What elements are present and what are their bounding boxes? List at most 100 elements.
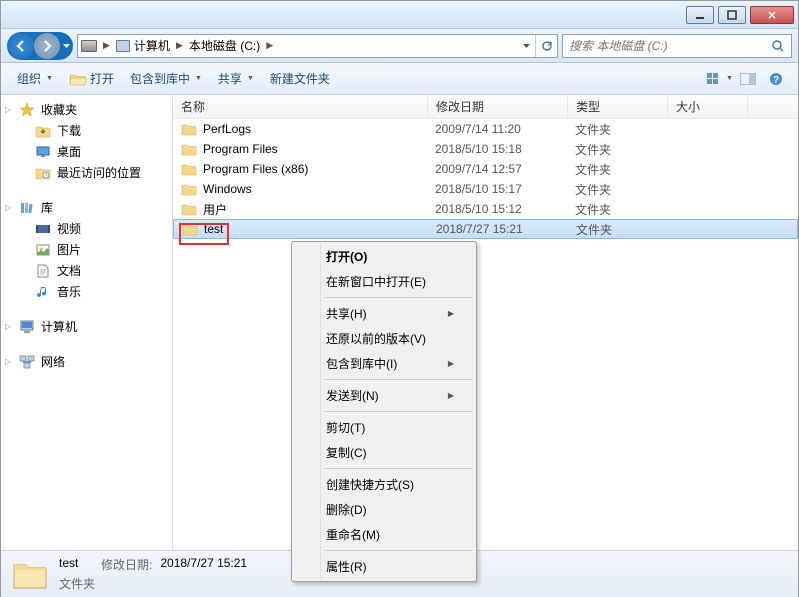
file-type: 文件夹 [576,221,676,238]
sidebar-music[interactable]: 音乐 [1,281,172,302]
svg-text:?: ? [773,75,779,86]
minimize-button[interactable] [686,6,714,24]
file-type: 文件夹 [575,121,675,138]
address-bar: ▶ 计算机 ▶ 本地磁盘 (C:) ▶ [1,29,798,63]
search-icon [771,39,785,53]
folder-open-icon [69,72,87,86]
ctx-delete[interactable]: 删除(D) [294,497,474,522]
column-headers: 名称 修改日期 类型 大小 [173,95,798,119]
submenu-arrow-icon: ▶ [448,309,454,318]
sidebar-downloads[interactable]: 下载 [1,120,172,141]
sidebar-libraries[interactable]: ▷库 [1,197,172,218]
sidebar-documents[interactable]: 文档 [1,260,172,281]
breadcrumb-drive[interactable]: 本地磁盘 (C:) [186,35,263,57]
sidebar-videos[interactable]: 视频 [1,218,172,239]
preview-pane-button[interactable] [734,68,762,90]
column-date[interactable]: 修改日期 [428,95,568,118]
main-area: ▷收藏夹 下载 桌面 最近访问的位置 ▷库 视频 图片 文档 音乐 ▷计算机 ▷… [1,95,798,550]
forward-button[interactable] [34,33,60,59]
open-button[interactable]: 打开 [61,66,122,91]
organize-menu[interactable]: 组织▼ [9,66,61,91]
close-button[interactable] [750,6,794,24]
address-box[interactable]: ▶ 计算机 ▶ 本地磁盘 (C:) ▶ [77,34,558,58]
ctx-rename[interactable]: 重命名(M) [294,522,474,547]
view-menu[interactable]: ▼ [706,68,734,90]
share-menu[interactable]: 共享▼ [210,66,262,91]
status-text: test 修改日期: 2018/7/27 15:21 文件夹 [59,556,247,592]
refresh-button[interactable] [535,35,557,57]
file-list-pane: 名称 修改日期 类型 大小 PerfLogs2009/7/14 11:20文件夹… [173,95,798,550]
search-box[interactable] [562,34,792,58]
file-row[interactable]: Program Files2018/5/10 15:18文件夹 [173,139,798,159]
ctx-open-new-window[interactable]: 在新窗口中打开(E) [294,269,474,294]
maximize-button[interactable] [718,6,746,24]
breadcrumb-computer[interactable]: 计算机 [113,35,173,57]
column-size[interactable]: 大小 [668,95,748,118]
file-row[interactable]: 用户2018/5/10 15:12文件夹 [173,199,798,219]
ctx-cut[interactable]: 剪切(T) [294,415,474,440]
file-row[interactable]: Windows2018/5/10 15:17文件夹 [173,179,798,199]
folder-icon [11,555,49,593]
window-titlebar [1,1,798,29]
desktop-icon [35,144,51,160]
download-icon [35,123,51,139]
music-icon [35,284,51,300]
include-menu[interactable]: 包含到库中▼ [122,66,210,91]
sidebar-desktop[interactable]: 桌面 [1,141,172,162]
ctx-open[interactable]: 打开(O) [294,244,474,269]
pictures-icon [35,242,51,258]
ctx-restore-previous[interactable]: 还原以前的版本(V) [294,326,474,351]
back-button[interactable] [8,33,34,59]
search-input[interactable] [569,39,765,53]
new-folder-button[interactable]: 新建文件夹 [262,66,338,91]
status-date-label: 修改日期: [101,556,152,573]
file-type: 文件夹 [575,201,675,218]
file-row[interactable]: PerfLogs2009/7/14 11:20文件夹 [173,119,798,139]
file-list: PerfLogs2009/7/14 11:20文件夹Program Files2… [173,119,798,239]
ctx-copy[interactable]: 复制(C) [294,440,474,465]
sidebar-recent[interactable]: 最近访问的位置 [1,162,172,183]
folder-icon [181,122,197,136]
ctx-create-shortcut[interactable]: 创建快捷方式(S) [294,472,474,497]
column-type[interactable]: 类型 [568,95,668,118]
context-menu: 打开(O) 在新窗口中打开(E) 共享(H)▶ 还原以前的版本(V) 包含到库中… [291,241,477,582]
file-type: 文件夹 [575,161,675,178]
file-name: test [204,222,436,236]
breadcrumb-label: 计算机 [134,37,170,54]
file-name: Windows [203,182,435,196]
sidebar-computer[interactable]: ▷计算机 [1,316,172,337]
file-row[interactable]: Program Files (x86)2009/7/14 12:57文件夹 [173,159,798,179]
help-button[interactable]: ? [762,68,790,90]
ctx-include-library[interactable]: 包含到库中(I)▶ [294,351,474,376]
column-name[interactable]: 名称 [173,95,428,118]
documents-icon [35,263,51,279]
sidebar-network[interactable]: ▷网络 [1,351,172,372]
sidebar-favorites[interactable]: ▷收藏夹 [1,99,172,120]
breadcrumb: ▶ 计算机 ▶ 本地磁盘 (C:) ▶ [78,35,276,57]
navigation-pane: ▷收藏夹 下载 桌面 最近访问的位置 ▷库 视频 图片 文档 音乐 ▷计算机 ▷… [1,95,173,550]
file-name: 用户 [203,201,435,218]
breadcrumb-drive-icon[interactable] [78,35,100,57]
file-date: 2018/5/10 15:12 [435,202,575,216]
status-name: test [59,556,78,573]
address-dropdown[interactable] [517,35,535,57]
breadcrumb-label: 本地磁盘 (C:) [189,37,260,54]
breadcrumb-arrow-icon[interactable]: ▶ [100,40,113,51]
star-icon [19,102,35,118]
ctx-properties[interactable]: 属性(R) [294,554,474,579]
breadcrumb-arrow-icon[interactable]: ▶ [263,40,276,51]
file-name: Program Files [203,142,435,156]
file-type: 文件夹 [575,181,675,198]
file-date: 2018/7/27 15:21 [436,222,576,236]
status-date: 2018/7/27 15:21 [160,556,247,573]
ctx-send-to[interactable]: 发送到(N)▶ [294,383,474,408]
nav-history-dropdown[interactable] [60,33,72,59]
sidebar-pictures[interactable]: 图片 [1,239,172,260]
library-icon [19,200,35,216]
file-row[interactable]: test2018/7/27 15:21文件夹 [173,219,798,239]
ctx-share[interactable]: 共享(H)▶ [294,301,474,326]
submenu-arrow-icon: ▶ [448,391,454,400]
submenu-arrow-icon: ▶ [448,359,454,368]
file-date: 2009/7/14 11:20 [435,122,575,136]
breadcrumb-arrow-icon[interactable]: ▶ [173,40,186,51]
